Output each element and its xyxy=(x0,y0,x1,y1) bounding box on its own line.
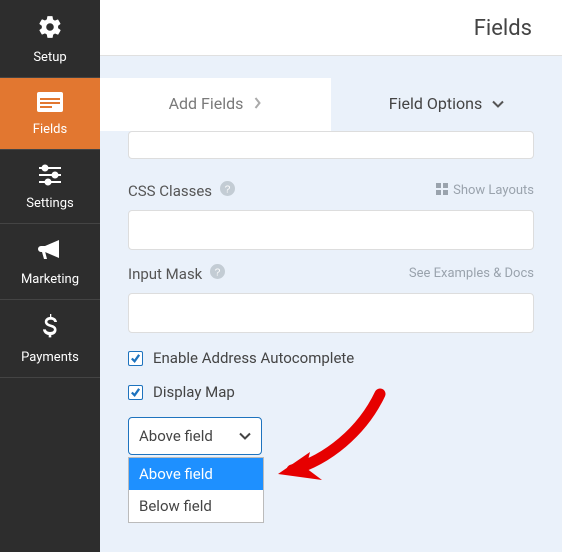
chevron-right-icon xyxy=(253,94,262,113)
checkbox-label: Display Map xyxy=(153,383,235,401)
tabs: Add Fields Field Options xyxy=(100,78,562,131)
tab-add-fields[interactable]: Add Fields xyxy=(100,78,331,131)
sidebar-item-fields[interactable]: Fields xyxy=(0,78,100,150)
show-layouts-link[interactable]: Show Layouts xyxy=(436,183,534,199)
sidebar-label: Setup xyxy=(33,50,66,65)
tab-field-options[interactable]: Field Options xyxy=(331,78,562,131)
map-position-select[interactable]: Above field Above field Below field xyxy=(128,417,262,455)
sidebar-item-settings[interactable]: Settings xyxy=(0,150,100,224)
dollar-icon xyxy=(42,314,58,344)
autocomplete-checkbox-row[interactable]: Enable Address Autocomplete xyxy=(128,349,534,367)
select-button[interactable]: Above field xyxy=(128,417,262,455)
sidebar-label: Fields xyxy=(33,122,67,137)
svg-text:?: ? xyxy=(225,184,231,195)
field-label-text: CSS Classes xyxy=(128,182,212,200)
css-classes-field: CSS Classes ? Show Layouts xyxy=(128,181,534,250)
fields-icon xyxy=(37,92,63,116)
help-icon[interactable]: ? xyxy=(210,264,225,283)
display-map-checkbox-row[interactable]: Display Map xyxy=(128,383,534,401)
chevron-down-icon xyxy=(239,427,251,445)
sidebar-label: Payments xyxy=(21,350,79,365)
tab-label: Field Options xyxy=(389,94,482,113)
prev-field-stub xyxy=(128,131,534,159)
help-icon[interactable]: ? xyxy=(220,181,235,200)
chevron-down-icon xyxy=(492,94,504,113)
sidebar-item-payments[interactable]: Payments xyxy=(0,300,100,378)
sidebar-item-setup[interactable]: Setup xyxy=(0,0,100,78)
page-title: Fields xyxy=(100,0,562,56)
content: CSS Classes ? Show Layouts xyxy=(100,131,562,483)
gear-icon xyxy=(37,14,63,44)
checkbox-checked-icon xyxy=(128,385,143,400)
select-dropdown: Above field Below field xyxy=(128,457,264,523)
select-value: Above field xyxy=(139,427,213,445)
sidebar-item-marketing[interactable]: Marketing xyxy=(0,224,100,300)
input-mask-input[interactable] xyxy=(128,293,534,333)
css-classes-input[interactable] xyxy=(128,210,534,250)
sidebar-label: Settings xyxy=(26,196,73,211)
select-option-above[interactable]: Above field xyxy=(129,458,263,490)
sidebar-label: Marketing xyxy=(21,272,79,287)
select-option-below[interactable]: Below field xyxy=(129,490,263,522)
field-label-text: Input Mask xyxy=(128,265,202,283)
checkbox-checked-icon xyxy=(128,351,143,366)
tab-label: Add Fields xyxy=(169,94,244,113)
main-panel: Fields Add Fields Field Options CS xyxy=(100,0,562,552)
hint-text: See Examples & Docs xyxy=(409,266,534,281)
sidebar: Setup Fields Settings Marketing Payments xyxy=(0,0,100,552)
grid-icon xyxy=(436,183,448,199)
sliders-icon xyxy=(37,164,63,190)
app-root: Setup Fields Settings Marketing Payments xyxy=(0,0,562,552)
input-mask-field: Input Mask ? See Examples & Docs xyxy=(128,264,534,333)
checkbox-label: Enable Address Autocomplete xyxy=(153,349,354,367)
examples-docs-link[interactable]: See Examples & Docs xyxy=(409,266,534,281)
hint-text: Show Layouts xyxy=(453,183,534,198)
svg-text:?: ? xyxy=(215,267,221,278)
megaphone-icon xyxy=(37,238,63,266)
